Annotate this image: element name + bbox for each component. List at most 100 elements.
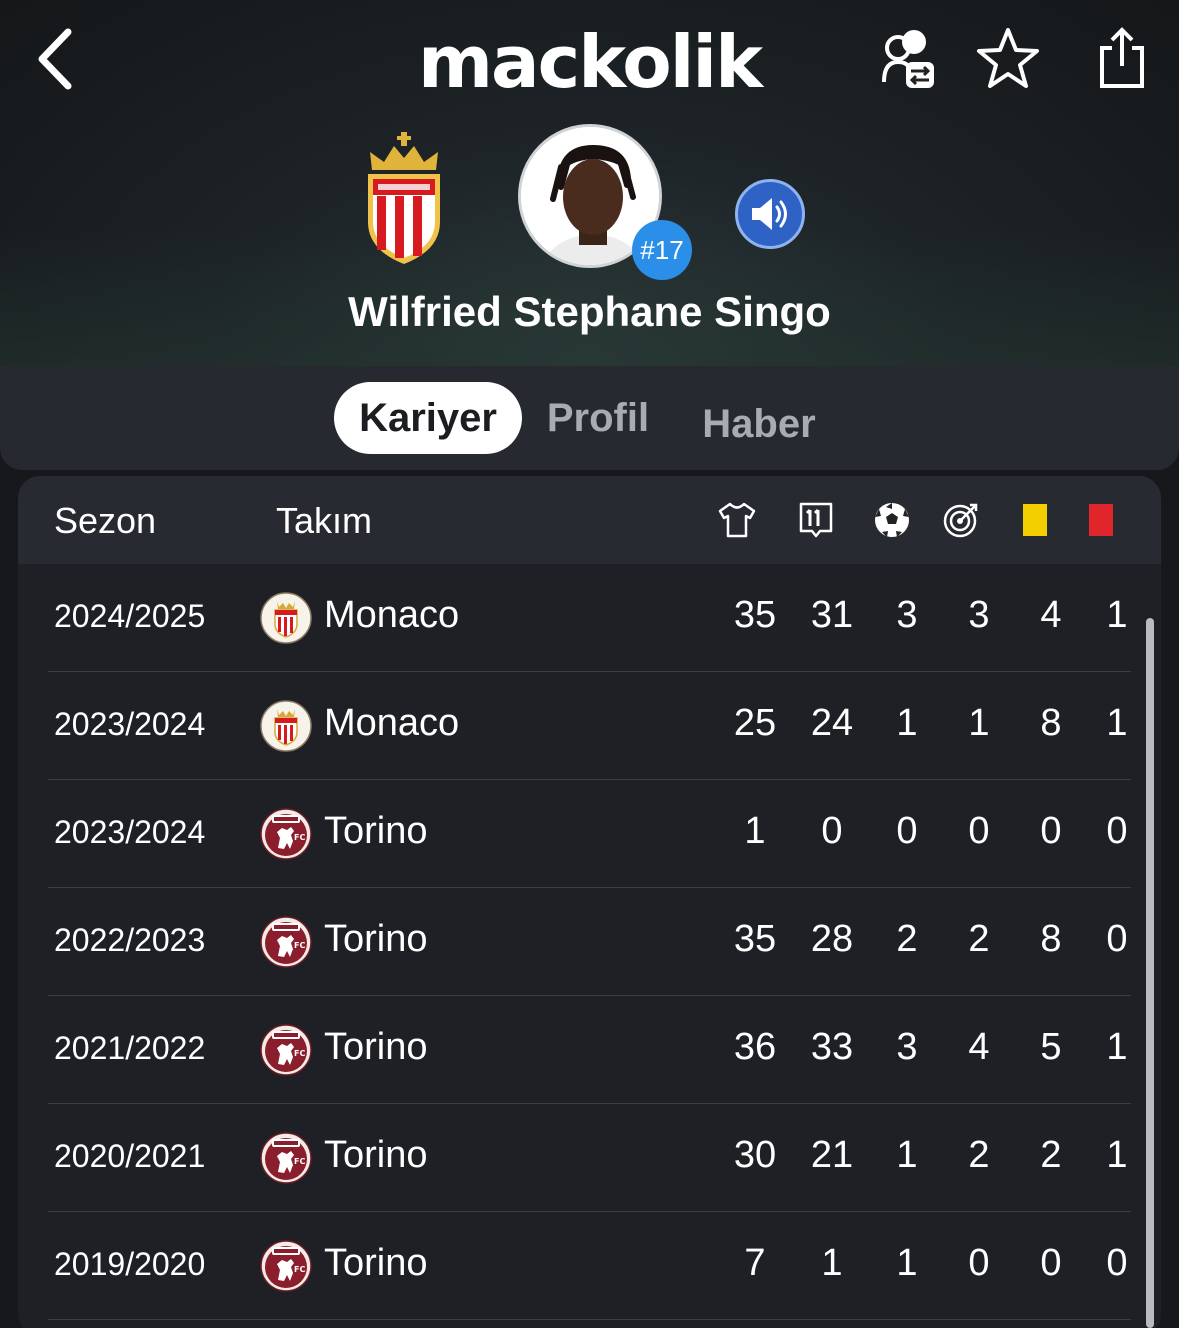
team-name-cell[interactable]: Monaco bbox=[324, 702, 459, 745]
table-row[interactable]: 2022/2023 FC Torino 35 28 2 2 8 0 bbox=[18, 888, 1161, 996]
torino-crest-icon: FC bbox=[260, 1024, 312, 1076]
team-header: Takım bbox=[276, 500, 373, 541]
torino-crest-icon: FC bbox=[260, 808, 312, 860]
goals-cell: 1 bbox=[896, 1242, 918, 1284]
table-row[interactable]: 2020/2021 FC Torino 30 21 1 2 2 1 bbox=[18, 1104, 1161, 1212]
season-cell: 2023/2024 bbox=[54, 706, 206, 742]
goals-cell: 1 bbox=[896, 702, 918, 744]
red-cards-cell: 0 bbox=[1106, 810, 1128, 852]
compare-players-button[interactable] bbox=[878, 26, 942, 90]
assists-cell: 2 bbox=[968, 1134, 990, 1176]
goals-cell: 3 bbox=[896, 1026, 918, 1068]
tab-bar: Kariyer Profil Haber bbox=[0, 366, 1179, 470]
favorite-button[interactable] bbox=[976, 26, 1040, 90]
torino-crest-icon: FC bbox=[260, 1240, 312, 1292]
starts-cell: 0 bbox=[821, 810, 843, 852]
yellow-cards-cell: 8 bbox=[1040, 702, 1062, 744]
starts-cell: 33 bbox=[810, 1026, 854, 1068]
assists-cell: 2 bbox=[968, 918, 990, 960]
compare-player-icon bbox=[882, 30, 934, 88]
team-name-cell[interactable]: Torino bbox=[324, 1134, 428, 1177]
lineup-icon bbox=[796, 500, 836, 540]
starts-cell: 24 bbox=[810, 702, 854, 744]
jersey-number-badge: #17 bbox=[632, 220, 692, 280]
tab-haber[interactable]: Haber bbox=[694, 388, 824, 460]
red-card-icon bbox=[1081, 500, 1121, 540]
appearances-cell: 36 bbox=[733, 1026, 777, 1068]
table-row[interactable]: 2023/2024 Monaco 25 24 1 1 8 1 bbox=[18, 672, 1161, 780]
scrollbar[interactable] bbox=[1146, 618, 1154, 1328]
starts-cell: 28 bbox=[810, 918, 854, 960]
yellow-cards-cell: 5 bbox=[1040, 1026, 1062, 1068]
appearances-cell: 30 bbox=[733, 1134, 777, 1176]
team-name-cell[interactable]: Torino bbox=[324, 1242, 428, 1285]
tab-kariyer[interactable]: Kariyer bbox=[334, 382, 522, 454]
torino-crest-icon: FC bbox=[260, 916, 312, 968]
player-header: mackolik #17 Wilfried Stephane Singo bbox=[0, 0, 1179, 368]
assists-cell: 4 bbox=[968, 1026, 990, 1068]
appearances-cell: 35 bbox=[733, 918, 777, 960]
goals-cell: 0 bbox=[896, 810, 918, 852]
team-name-cell[interactable]: Monaco bbox=[324, 594, 459, 637]
appearances-cell: 25 bbox=[733, 702, 777, 744]
season-cell: 2023/2024 bbox=[54, 814, 206, 850]
svg-text:FC: FC bbox=[294, 833, 305, 842]
red-cards-cell: 1 bbox=[1106, 1134, 1128, 1176]
goals-cell: 3 bbox=[896, 594, 918, 636]
goals-cell: 1 bbox=[896, 1134, 918, 1176]
team-name-cell[interactable]: Torino bbox=[324, 1026, 428, 1069]
monaco-crest-icon bbox=[260, 592, 312, 644]
star-icon bbox=[977, 28, 1039, 88]
red-cards-cell: 1 bbox=[1106, 1026, 1128, 1068]
season-cell: 2024/2025 bbox=[54, 598, 206, 634]
career-table: Sezon Takım 2024/2025 Monaco 35 31 3 3 4 1 2023/… bbox=[18, 476, 1161, 1328]
shirt-icon bbox=[717, 500, 757, 540]
red-cards-cell: 0 bbox=[1106, 1242, 1128, 1284]
table-row[interactable]: 2024/2025 Monaco 35 31 3 3 4 1 bbox=[18, 564, 1161, 672]
monaco-crest-icon bbox=[260, 700, 312, 752]
yellow-card-icon bbox=[1015, 500, 1055, 540]
yellow-cards-cell: 4 bbox=[1040, 594, 1062, 636]
share-icon bbox=[1100, 27, 1144, 88]
row-divider bbox=[48, 1319, 1131, 1320]
svg-text:FC: FC bbox=[294, 1157, 305, 1166]
appearances-cell: 1 bbox=[744, 810, 766, 852]
pronunciation-button[interactable] bbox=[735, 179, 805, 249]
torino-crest-icon: FC bbox=[260, 1132, 312, 1184]
season-cell: 2022/2023 bbox=[54, 922, 206, 958]
svg-text:FC: FC bbox=[294, 941, 305, 950]
speaker-icon bbox=[752, 198, 787, 230]
appearances-cell: 7 bbox=[744, 1242, 766, 1284]
appearances-cell: 35 bbox=[733, 594, 777, 636]
share-button[interactable] bbox=[1090, 26, 1154, 90]
player-name: Wilfried Stephane Singo bbox=[348, 288, 831, 335]
season-cell: 2019/2020 bbox=[54, 1246, 206, 1282]
monaco-crest-icon[interactable] bbox=[364, 130, 444, 266]
red-cards-cell: 0 bbox=[1106, 918, 1128, 960]
table-row[interactable]: 2023/2024 FC Torino 1 0 0 0 0 0 bbox=[18, 780, 1161, 888]
goals-cell: 2 bbox=[896, 918, 918, 960]
red-cards-cell: 1 bbox=[1106, 594, 1128, 636]
target-icon bbox=[941, 500, 981, 540]
svg-text:FC: FC bbox=[294, 1049, 305, 1058]
svg-text:FC: FC bbox=[294, 1265, 305, 1274]
starts-cell: 31 bbox=[810, 594, 854, 636]
starts-cell: 1 bbox=[821, 1242, 843, 1284]
tab-profil[interactable]: Profil bbox=[540, 382, 656, 454]
starts-cell: 21 bbox=[810, 1134, 854, 1176]
season-header: Sezon bbox=[54, 500, 157, 541]
assists-cell: 0 bbox=[968, 1242, 990, 1284]
assists-cell: 0 bbox=[968, 810, 990, 852]
yellow-cards-cell: 0 bbox=[1040, 1242, 1062, 1284]
yellow-cards-cell: 8 bbox=[1040, 918, 1062, 960]
ball-icon bbox=[872, 500, 912, 540]
table-row[interactable]: 2019/2020 FC Torino 7 1 1 0 0 0 bbox=[18, 1212, 1161, 1320]
red-cards-cell: 1 bbox=[1106, 702, 1128, 744]
table-row[interactable]: 2021/2022 FC Torino 36 33 3 4 5 1 bbox=[18, 996, 1161, 1104]
assists-cell: 3 bbox=[968, 594, 990, 636]
season-cell: 2020/2021 bbox=[54, 1138, 206, 1174]
season-cell: 2021/2022 bbox=[54, 1030, 206, 1066]
team-name-cell[interactable]: Torino bbox=[324, 810, 428, 853]
yellow-cards-cell: 2 bbox=[1040, 1134, 1062, 1176]
team-name-cell[interactable]: Torino bbox=[324, 918, 428, 961]
